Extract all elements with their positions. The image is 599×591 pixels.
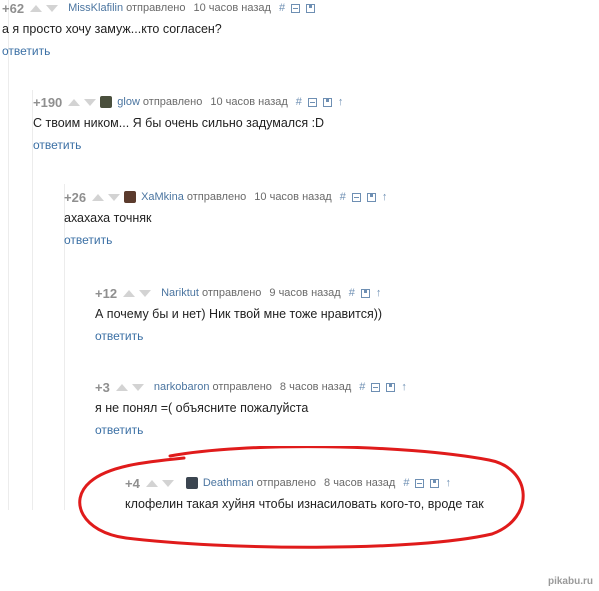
comment-author[interactable]: MissKlafilin <box>68 2 123 14</box>
comment-meta: отправлено <box>126 2 186 14</box>
comment: +62 MissKlafilin отправлено 10 часов наз… <box>2 0 316 58</box>
vote-up-icon[interactable] <box>115 383 128 391</box>
vote-down-icon[interactable] <box>139 289 152 297</box>
comment-time[interactable]: 10 часов назад <box>210 96 287 108</box>
vote-up-icon[interactable] <box>92 193 105 201</box>
vote-up-icon[interactable] <box>30 4 43 12</box>
vote-up-icon[interactable] <box>68 98 81 106</box>
comment-author[interactable]: narkobaron <box>154 381 210 393</box>
highlight-circle <box>78 446 525 549</box>
collapse-icon[interactable] <box>351 192 361 202</box>
hash-icon[interactable]: # <box>296 96 302 108</box>
comment: +12 Nariktut отправлено 9 часов назад # … <box>95 285 383 344</box>
hash-icon[interactable]: # <box>349 287 355 299</box>
comment-author[interactable]: XaMkina <box>141 191 184 203</box>
save-icon[interactable] <box>322 97 332 107</box>
vote-down-icon[interactable] <box>108 193 121 201</box>
comment-meta: отправлено <box>201 287 262 299</box>
vote-down-icon[interactable] <box>46 4 59 12</box>
comment-rating: +3 <box>95 379 110 395</box>
comment-text: ахахаха точняк <box>64 211 152 225</box>
comment-author[interactable]: Nariktut <box>161 287 199 299</box>
collapse-icon[interactable] <box>291 3 301 13</box>
comment-text: А почему бы и нет) Ник твой мне тоже нра… <box>95 307 383 321</box>
parent-arrow-icon[interactable]: ↑ <box>382 191 388 203</box>
reply-link[interactable]: ответить <box>33 138 343 152</box>
hash-icon[interactable]: # <box>279 2 285 14</box>
avatar[interactable] <box>124 191 137 203</box>
comment-text: а я просто хочу замуж...кто согласен? <box>2 22 222 36</box>
watermark: pikabu.ru <box>547 576 593 587</box>
comment: +3 narkobaron отправлено 8 часов назад #… <box>95 379 407 438</box>
comment-time[interactable]: 10 часов назад <box>254 191 331 203</box>
comment-meta: отправлено <box>186 191 247 203</box>
comment-meta: отправлено <box>142 96 203 108</box>
parent-arrow-icon[interactable]: ↑ <box>376 287 382 299</box>
comment-text: С твоим ником... Я бы очень сильно задум… <box>33 116 325 130</box>
save-icon[interactable] <box>386 382 396 392</box>
save-icon[interactable] <box>366 192 376 202</box>
comment: +190 glow отправлено 10 часов назад # ↑ … <box>33 94 344 153</box>
comment: +26 XaMkina отправлено 10 часов назад # … <box>64 189 388 248</box>
save-icon[interactable] <box>360 288 370 298</box>
comment-rating: +26 <box>64 189 87 205</box>
vote-down-icon[interactable] <box>131 383 144 391</box>
collapse-icon[interactable] <box>371 382 381 392</box>
comment-rating: +12 <box>95 285 118 301</box>
avatar[interactable] <box>100 96 113 108</box>
save-icon[interactable] <box>306 3 316 13</box>
comment-rating: +62 <box>2 0 25 16</box>
comment-author[interactable]: glow <box>117 96 140 108</box>
comment-meta: отправлено <box>212 381 272 393</box>
collapse-icon[interactable] <box>307 97 317 107</box>
reply-link[interactable]: ответить <box>95 329 382 343</box>
parent-arrow-icon[interactable]: ↑ <box>338 96 344 108</box>
thread-line <box>8 0 9 510</box>
comment-rating: +190 <box>33 94 63 110</box>
hash-icon[interactable]: # <box>340 191 346 203</box>
vote-down-icon[interactable] <box>84 98 97 106</box>
comment-time[interactable]: 9 часов назад <box>269 287 340 299</box>
reply-link[interactable]: ответить <box>95 423 407 437</box>
vote-up-icon[interactable] <box>123 289 136 297</box>
hash-icon[interactable]: # <box>359 381 365 393</box>
parent-arrow-icon[interactable]: ↑ <box>401 381 407 393</box>
comment-time[interactable]: 10 часов назад <box>194 2 271 14</box>
thread-line <box>32 90 33 510</box>
comment-text: я не понял =( объясните пожалуйста <box>95 401 309 415</box>
comment-time[interactable]: 8 часов назад <box>280 381 351 393</box>
reply-link[interactable]: ответить <box>64 233 387 247</box>
reply-link[interactable]: ответить <box>2 44 315 58</box>
